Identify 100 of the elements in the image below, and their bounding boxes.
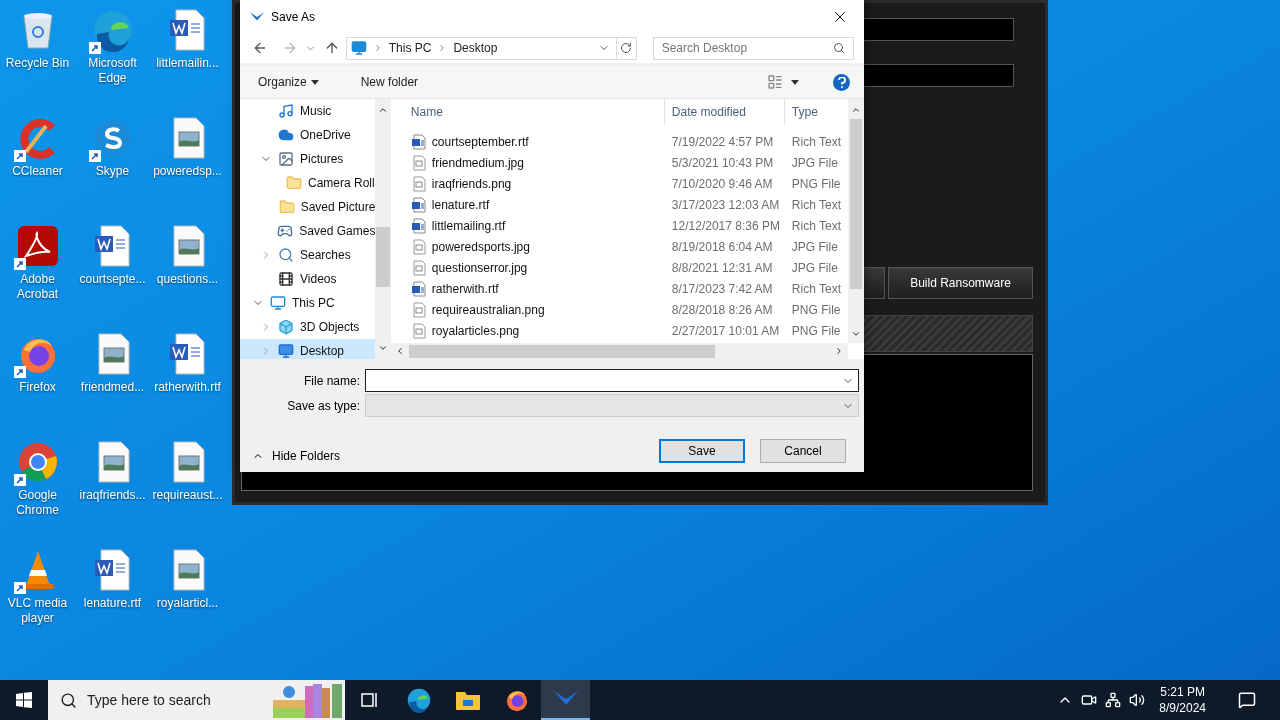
windows-logo-icon	[16, 692, 32, 708]
file-name[interactable]: lenature.rtf	[431, 195, 490, 214]
caret-icon	[791, 79, 799, 85]
clock-button[interactable]: 5:21 PM 8/9/2024	[1153, 684, 1212, 716]
nav-tree-item[interactable]: This PC	[240, 291, 376, 315]
desktop-icon-label[interactable]: VLC media player	[0, 596, 75, 626]
folder-icon	[278, 199, 295, 215]
nav-tree-item[interactable]: Videos	[240, 267, 376, 291]
search-placeholder: Type here to search	[87, 690, 212, 710]
image-file-icon	[410, 322, 427, 339]
scrollbar-thumb[interactable]	[850, 119, 862, 289]
desktop-icon-label[interactable]: ratherwith.rtf	[154, 380, 221, 395]
desktop-icon-label[interactable]: Firefox	[19, 380, 56, 395]
nav-tree-label: Desktop	[300, 343, 345, 359]
nav-tree-item[interactable]: Saved Games	[240, 219, 376, 243]
taskbar-search-field[interactable]: Type here to search	[48, 680, 345, 720]
dialog-button[interactable]: Cancel	[760, 439, 846, 463]
nav-tree-item[interactable]: Pictures	[240, 147, 376, 171]
file-type: Rich Text	[790, 133, 842, 151]
file-date: 2/27/2017 10:01 AM	[670, 322, 781, 340]
field-label: File name:	[302, 372, 360, 390]
nav-tree-label: Pictures	[300, 151, 344, 168]
nav-tree-item[interactable]: OneDrive	[240, 123, 376, 147]
nav-tree-label: Music	[300, 103, 332, 120]
desktop-icon-label[interactable]: friendmed...	[80, 380, 145, 395]
build-button[interactable]: Build Ransomware	[888, 267, 1033, 299]
file-type: JPG File	[790, 238, 839, 256]
image-file-icon	[410, 154, 427, 171]
file-date: 8/17/2023 7:42 AM	[670, 280, 774, 298]
file-name[interactable]: friendmedium.jpg	[431, 153, 524, 172]
pictures-icon	[278, 151, 294, 167]
nav-tree-item[interactable]: Searches	[240, 243, 376, 267]
cube-icon	[278, 319, 294, 335]
nav-tree-label: Searches	[300, 247, 351, 264]
desktop-icon-label[interactable]: requireaust...	[152, 488, 223, 503]
file-date: 8/28/2018 8:26 AM	[670, 301, 774, 319]
file-date: 8/19/2018 6:04 AM	[670, 238, 774, 256]
volume-icon[interactable]	[1129, 692, 1146, 708]
file-name[interactable]: requireaustralian.png	[431, 300, 545, 319]
nav-tree-item[interactable]: Saved Picture	[240, 195, 376, 219]
desktop-icon-label[interactable]: royalarticl...	[156, 596, 219, 611]
desktop-icon-label[interactable]: iraqfriends...	[79, 488, 146, 503]
clock-date: 8/9/2024	[1159, 700, 1206, 716]
desktop-icon-label[interactable]: lenature.rtf	[83, 596, 142, 611]
file-name[interactable]: questionserror.jpg	[431, 258, 528, 277]
file-name[interactable]: courtseptember.rtf	[431, 132, 529, 151]
file-name[interactable]: iraqfriends.png	[431, 174, 512, 193]
file-date: 3/17/2023 12:03 AM	[670, 196, 781, 214]
help-button[interactable]	[833, 73, 850, 91]
address-bar[interactable]: This PC Desktop	[345, 36, 637, 60]
refresh-icon[interactable]	[620, 42, 633, 54]
file-name[interactable]: ratherwith.rtf	[431, 279, 499, 298]
column-header[interactable]: Type	[784, 99, 848, 125]
column-header[interactable]: Name	[390, 99, 665, 125]
file-name-field[interactable]	[365, 369, 859, 392]
nav-tree-item[interactable]: Music	[240, 99, 376, 123]
file-type: JPG File	[790, 259, 839, 277]
vertical-scrollbar[interactable]	[375, 99, 391, 359]
breadcrumb-item[interactable]: Desktop	[453, 39, 498, 57]
search-field[interactable]: Search Desktop	[652, 36, 854, 60]
toolbar-button[interactable]: New folder	[354, 70, 425, 94]
word-file-icon	[410, 196, 427, 213]
taskbar-app-button[interactable]	[541, 680, 590, 720]
scrollbar-thumb[interactable]	[376, 227, 391, 287]
hide-folders-button[interactable]: Hide Folders	[252, 447, 341, 465]
desktop-icon	[278, 343, 294, 359]
file-type: Rich Text	[790, 280, 842, 298]
clock-time: 5:21 PM	[1160, 684, 1205, 700]
desktop-icon-label[interactable]: Google Chrome	[0, 488, 75, 518]
column-header[interactable]: Date modified	[664, 99, 785, 125]
file-name[interactable]: littlemailing.rtf	[431, 216, 506, 235]
notifications-icon[interactable]	[1238, 691, 1256, 709]
network-icon[interactable]	[1105, 692, 1122, 708]
computer-icon	[350, 40, 367, 56]
scrollbar-thumb[interactable]	[408, 344, 715, 358]
word-file-icon	[410, 217, 427, 234]
toolbar-button[interactable]: Organize	[252, 70, 325, 94]
word-file-icon	[410, 133, 427, 150]
vertical-scrollbar[interactable]	[848, 99, 864, 343]
file-name[interactable]: royalarticles.png	[431, 321, 520, 340]
scroll-down-icon	[851, 329, 861, 339]
search-placeholder: Search Desktop	[661, 40, 749, 57]
scroll-up-icon	[851, 105, 861, 115]
image-file-icon	[410, 238, 427, 255]
horizontal-scrollbar[interactable]	[390, 343, 848, 359]
camera-icon[interactable]	[1081, 692, 1098, 708]
field-label: Save as type:	[286, 397, 360, 415]
nav-tree-item[interactable]: 3D Objects	[240, 315, 376, 339]
file-name[interactable]: poweredsports.jpg	[431, 237, 530, 256]
help-icon	[837, 76, 846, 88]
nav-tree-label: This PC	[292, 295, 335, 312]
nav-tree-item[interactable]: Desktop	[240, 339, 376, 359]
nav-tree-item[interactable]: Camera Roll	[240, 171, 376, 195]
dialog-button[interactable]: Save	[659, 439, 745, 463]
nav-tree-label: Videos	[300, 271, 337, 288]
task-view-icon	[359, 690, 380, 710]
scroll-right-icon	[834, 346, 844, 356]
breadcrumb-item[interactable]: This PC	[388, 39, 432, 57]
computer-icon	[270, 295, 286, 311]
search-icon	[833, 42, 845, 54]
